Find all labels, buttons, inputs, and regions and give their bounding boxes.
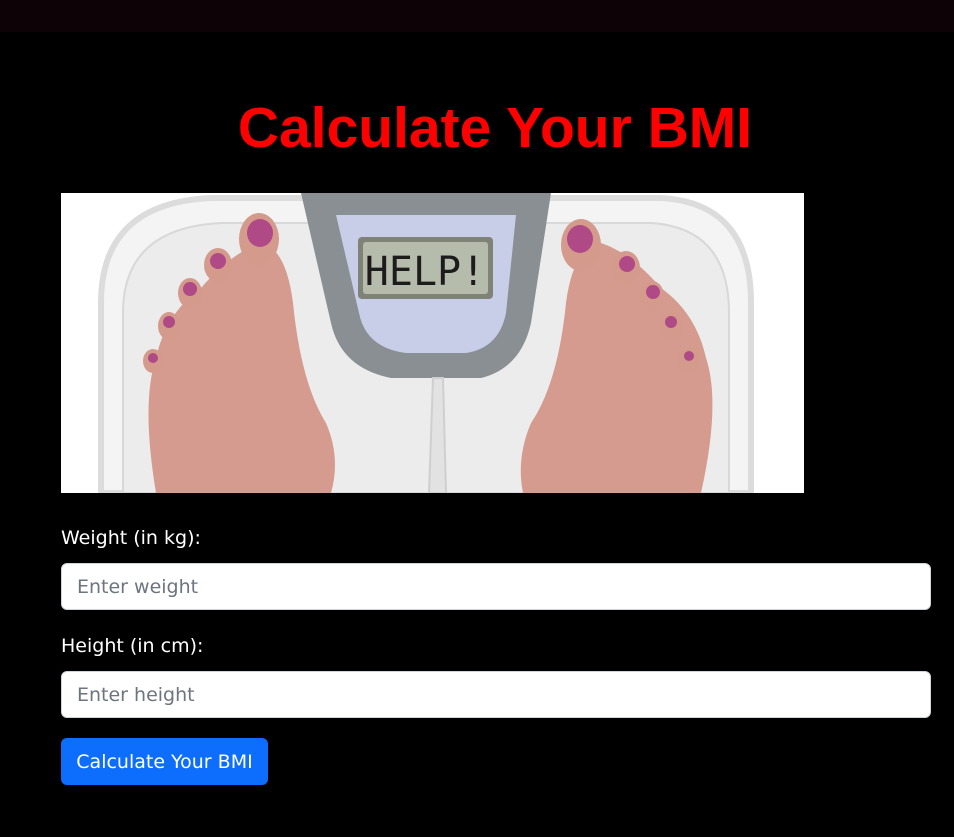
calculate-bmi-button[interactable]: Calculate Your BMI (61, 738, 268, 785)
weight-label: Weight (in kg): (61, 527, 201, 549)
top-bar (0, 0, 954, 32)
weight-input[interactable] (61, 563, 931, 610)
scale-illustration: HELP! (98, 193, 754, 493)
height-input[interactable] (61, 671, 931, 718)
bathroom-scale-image: HELP! (61, 193, 804, 493)
page-title: Calculate Your BMI (237, 96, 753, 160)
scale-display-text: HELP! (365, 249, 485, 295)
height-label: Height (in cm): (61, 635, 204, 657)
